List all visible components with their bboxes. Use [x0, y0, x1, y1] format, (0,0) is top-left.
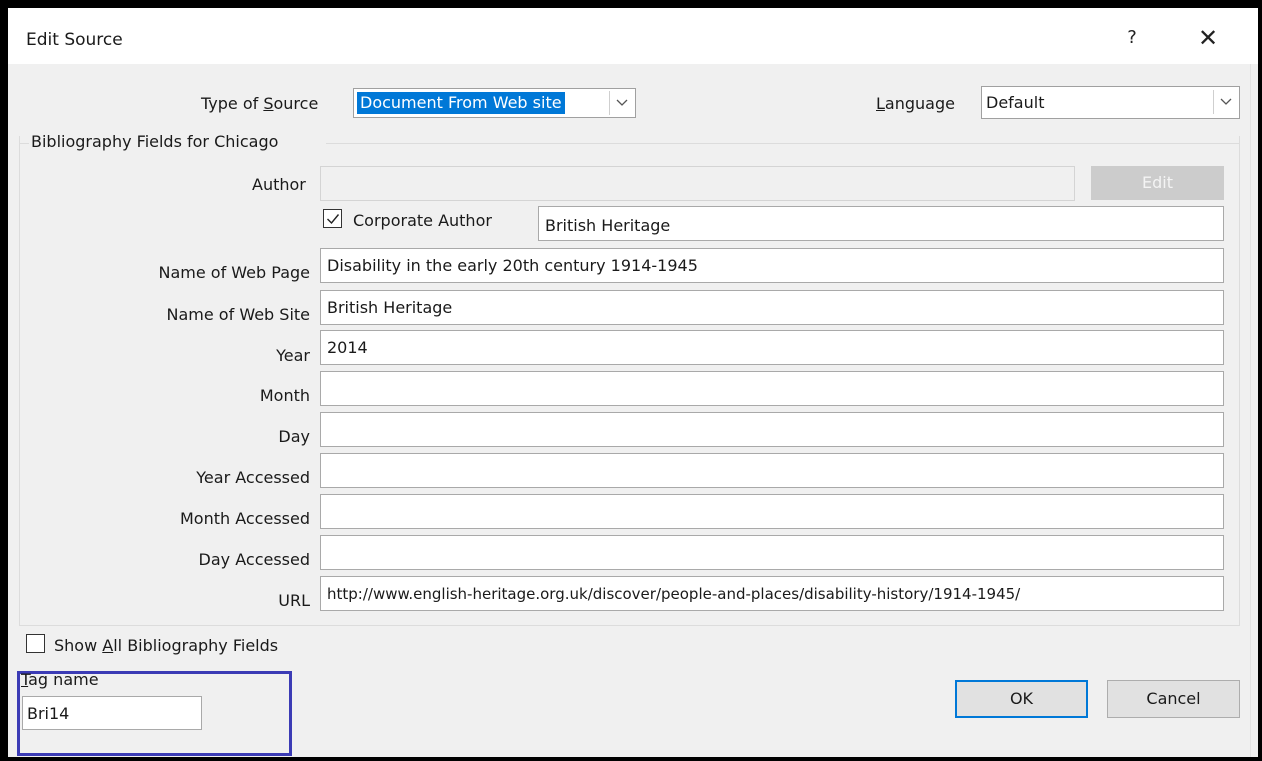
- year-accessed-field[interactable]: [320, 453, 1224, 488]
- month-field[interactable]: [320, 371, 1224, 406]
- field-label-month: Month: [259, 386, 310, 405]
- cancel-button[interactable]: Cancel: [1107, 680, 1240, 718]
- corporate-author-checkbox[interactable]: [323, 209, 342, 228]
- field-label-name-of-web-page: Name of Web Page: [158, 263, 311, 282]
- help-button[interactable]: ?: [1116, 22, 1148, 54]
- field-label-month-accessed: Month Accessed: [179, 509, 310, 528]
- name-of-web-page-field[interactable]: Disability in the early 20th century 191…: [320, 248, 1224, 283]
- tag-name-input[interactable]: Bri14: [22, 696, 202, 730]
- field-label-year-accessed: Year Accessed: [196, 468, 310, 487]
- show-all-fields-checkbox[interactable]: [26, 634, 45, 653]
- month-accessed-field[interactable]: [320, 494, 1224, 529]
- name-of-web-site-field[interactable]: British Heritage: [320, 290, 1224, 325]
- close-button[interactable]: ✕: [1188, 20, 1228, 56]
- year-field[interactable]: 2014: [320, 330, 1224, 365]
- group-title: Bibliography Fields for Chicago: [31, 132, 283, 151]
- chevron-down-icon[interactable]: [1213, 90, 1237, 114]
- edit-source-dialog: Edit Source ? ✕ Type of Source Document …: [8, 8, 1258, 757]
- group-border-right: [326, 143, 1240, 144]
- author-label: Author: [252, 175, 306, 194]
- show-all-fields-label: Show All Bibliography Fields: [54, 636, 279, 655]
- screenshot-frame: Edit Source ? ✕ Type of Source Document …: [0, 0, 1262, 761]
- dialog-title: Edit Source: [26, 30, 123, 50]
- field-label-day-accessed: Day Accessed: [198, 550, 310, 569]
- corporate-author-field[interactable]: British Heritage: [538, 206, 1224, 241]
- field-label-day: Day: [278, 427, 310, 446]
- type-of-source-select[interactable]: Document From Web site: [353, 88, 636, 118]
- edit-author-button[interactable]: Edit: [1091, 166, 1224, 200]
- url-field[interactable]: http://www.english-heritage.org.uk/disco…: [320, 576, 1224, 611]
- type-of-source-label: Type of Source: [201, 94, 319, 113]
- corporate-author-label: Corporate Author: [353, 211, 492, 230]
- language-select[interactable]: Default: [981, 86, 1240, 119]
- field-label-name-of-web-site: Name of Web Site: [166, 305, 310, 324]
- field-label-url: URL: [278, 591, 310, 610]
- language-value: Default: [986, 93, 1045, 112]
- day-field[interactable]: [320, 412, 1224, 447]
- field-label-year: Year: [276, 346, 310, 365]
- title-bar: Edit Source ? ✕: [8, 8, 1258, 64]
- ok-button[interactable]: OK: [955, 680, 1088, 718]
- checkmark-icon: [327, 214, 340, 225]
- day-accessed-field[interactable]: [320, 535, 1224, 570]
- type-of-source-value: Document From Web site: [357, 92, 565, 114]
- right-edge-divider: [1250, 64, 1251, 757]
- group-border-left: [19, 143, 29, 144]
- language-label: Language: [876, 94, 955, 113]
- author-field: [320, 166, 1075, 201]
- tag-name-label: Tag name: [21, 670, 99, 689]
- chevron-down-icon[interactable]: [609, 91, 633, 115]
